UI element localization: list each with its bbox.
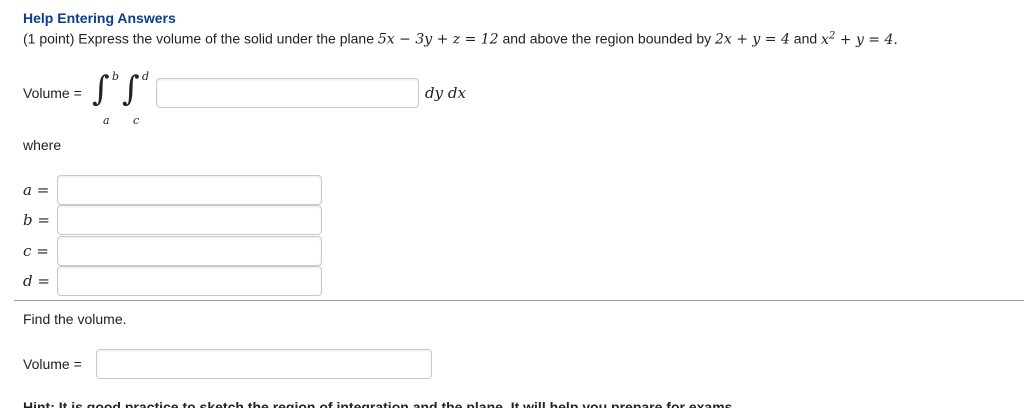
limit-d-input[interactable] <box>57 266 322 296</box>
help-entering-answers-link[interactable]: Help Entering Answers <box>23 10 176 26</box>
plane-equation: 5x − 3y + z = 12 <box>377 31 499 48</box>
differentials-text: dy dx <box>425 84 466 102</box>
limit-b-input[interactable] <box>57 205 322 235</box>
volume-answer-input[interactable] <box>96 349 432 379</box>
outer-lower-limit: a <box>103 114 110 127</box>
problem-text-c: and <box>793 30 818 47</box>
volume-answer-label: Volume = <box>23 356 82 372</box>
inner-upper-limit: d <box>142 70 150 83</box>
limit-c-label: c = <box>23 242 49 260</box>
outer-integral-sign: ∫ <box>92 69 110 109</box>
section-divider <box>14 300 1024 301</box>
curve2-equation: x2 + y = 4. <box>821 30 898 48</box>
problem-text-b: and above the region bounded by <box>502 30 712 47</box>
curve1-equation: 2x + y = 4 <box>715 31 790 48</box>
curve2-exponent: 2 <box>828 30 836 41</box>
find-volume-prompt: Find the volume. <box>23 311 127 327</box>
limit-d-label: d = <box>23 272 50 290</box>
curve2-base: x <box>821 31 829 48</box>
inner-integral-sign: ∫ <box>122 69 140 109</box>
problem-page: Help Entering Answers (1 point) Express … <box>0 0 1024 408</box>
integrand-input[interactable] <box>156 78 419 108</box>
outer-upper-limit: b <box>112 70 120 83</box>
curve2-rest: + y = 4. <box>839 31 898 48</box>
problem-text-a: Express the volume of the solid under th… <box>78 30 374 47</box>
limit-b-label: b = <box>23 211 50 229</box>
problem-statement: (1 point) Express the volume of the soli… <box>23 30 898 48</box>
inner-lower-limit: c <box>133 114 140 127</box>
limit-c-input[interactable] <box>57 236 322 266</box>
where-label: where <box>23 137 62 153</box>
hint-text: Hint: It is good practice to sketch the … <box>23 399 737 408</box>
problem-points: (1 point) <box>23 30 75 47</box>
limit-a-input[interactable] <box>57 175 322 205</box>
limit-a-label: a = <box>23 181 50 199</box>
volume-integral-label: Volume = <box>23 85 82 101</box>
